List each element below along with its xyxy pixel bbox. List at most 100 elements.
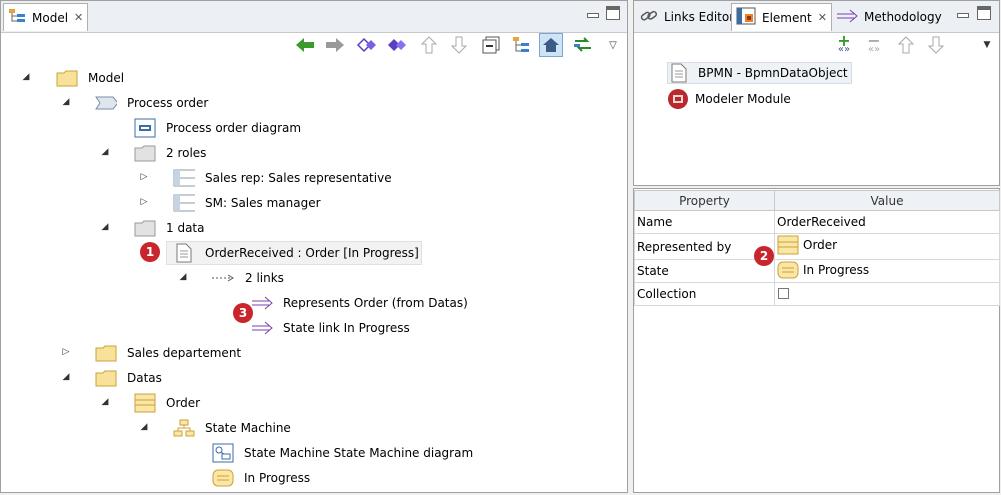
process-icon bbox=[95, 93, 117, 113]
folder-icon bbox=[56, 68, 78, 88]
diamond-outline-icon[interactable] bbox=[355, 33, 379, 57]
tree-label: In Progress bbox=[244, 471, 311, 485]
collapsed-twisty-icon[interactable]: ▷ bbox=[139, 172, 149, 182]
property-value-cell[interactable]: Order bbox=[774, 233, 1000, 260]
tree-item-links[interactable]: 2 links bbox=[211, 267, 284, 289]
tree-item-datas[interactable]: Datas bbox=[95, 367, 162, 389]
home-icon[interactable] bbox=[539, 33, 563, 57]
tree-item-order[interactable]: Order bbox=[134, 392, 200, 414]
up-arrow-icon[interactable] bbox=[894, 33, 918, 57]
module-icon bbox=[667, 89, 689, 109]
forward-arrow-icon[interactable] bbox=[323, 33, 347, 57]
maximize-button[interactable] bbox=[977, 6, 991, 20]
tree-item-sm-diagram[interactable]: State Machine State Machine diagram bbox=[212, 442, 473, 464]
expanded-twisty-icon[interactable]: ◢ bbox=[61, 372, 71, 382]
diagram-icon bbox=[134, 118, 156, 138]
element-label: BPMN - BpmnDataObject bbox=[698, 66, 848, 80]
properties-section: Property Value Name OrderReceived Repres… bbox=[633, 188, 1000, 493]
down-arrow-icon[interactable] bbox=[447, 33, 471, 57]
tab-model-label: Model bbox=[32, 10, 69, 25]
tree-item-in-progress[interactable]: In Progress bbox=[212, 467, 310, 489]
tree-item-represents[interactable]: Represents Order (from Datas) bbox=[251, 292, 468, 314]
property-row[interactable]: Name OrderReceived bbox=[634, 210, 1000, 234]
remove-icon[interactable]: − «» bbox=[862, 33, 886, 57]
tab-label: Methodology bbox=[864, 10, 942, 24]
diamond-filled-icon[interactable] bbox=[385, 33, 409, 57]
hierarchy-icon[interactable] bbox=[509, 33, 533, 57]
down-arrow-icon[interactable] bbox=[924, 33, 948, 57]
tree-label: 1 data bbox=[166, 221, 205, 235]
close-icon[interactable]: ✕ bbox=[818, 11, 827, 24]
document-icon bbox=[668, 63, 690, 83]
property-name: Name bbox=[634, 210, 775, 234]
property-value-cell[interactable]: In Progress bbox=[774, 259, 1000, 283]
expanded-twisty-icon[interactable]: ◢ bbox=[100, 222, 110, 232]
value-header: Value bbox=[774, 190, 1000, 211]
collapse-all-icon[interactable] bbox=[479, 33, 503, 57]
dashed-arrow-icon bbox=[211, 268, 235, 288]
tab-model[interactable]: Model ✕ bbox=[3, 3, 89, 31]
collection-checkbox[interactable] bbox=[778, 288, 789, 299]
link-arrow-icon bbox=[251, 293, 273, 313]
close-icon[interactable]: ✕ bbox=[74, 11, 83, 24]
property-row[interactable]: Represented by Order bbox=[634, 233, 1000, 260]
dropdown-arrow-icon[interactable]: ▼ bbox=[975, 33, 999, 57]
tree-item-sm[interactable]: SM: Sales manager bbox=[173, 192, 321, 214]
expanded-twisty-icon[interactable]: ◢ bbox=[178, 272, 188, 282]
tree-item-process-order[interactable]: Process order bbox=[95, 92, 208, 114]
tree-label: Represents Order (from Datas) bbox=[283, 296, 468, 310]
callout-badge-3: 3 bbox=[233, 303, 253, 323]
state-icon bbox=[212, 468, 234, 488]
property-value[interactable]: OrderReceived bbox=[774, 210, 1000, 234]
tree-item-sales-dept[interactable]: Sales departement bbox=[95, 342, 241, 364]
view-menu-icon[interactable]: ▽ bbox=[601, 33, 625, 57]
expanded-twisty-icon[interactable]: ◢ bbox=[100, 397, 110, 407]
expanded-twisty-icon[interactable]: ◢ bbox=[61, 97, 71, 107]
tree-item-order-received[interactable]: OrderReceived : Order [In Progress] bbox=[166, 241, 422, 265]
model-tree-icon bbox=[8, 8, 26, 27]
tab-methodology[interactable]: Methodology bbox=[832, 3, 946, 31]
tree-label: Sales rep: Sales representative bbox=[205, 171, 392, 185]
property-row[interactable]: State In Progress bbox=[634, 259, 1000, 283]
expanded-twisty-icon[interactable]: ◢ bbox=[21, 72, 31, 82]
property-name: State bbox=[634, 259, 775, 283]
tree-item-roles[interactable]: 2 roles bbox=[134, 142, 206, 164]
tree-item-model[interactable]: Model bbox=[56, 67, 124, 89]
tab-label: Element bbox=[762, 10, 812, 25]
minimize-button[interactable] bbox=[955, 6, 969, 20]
right-tabbar: Links Editor Element ✕ Methodology bbox=[634, 1, 999, 33]
expanded-twisty-icon[interactable]: ◢ bbox=[139, 422, 149, 432]
element-item-bpmn[interactable]: BPMN - BpmnDataObject bbox=[667, 62, 852, 84]
tree-item-process-order-diagram[interactable]: Process order diagram bbox=[134, 117, 301, 139]
collapsed-twisty-icon[interactable]: ▷ bbox=[139, 197, 149, 207]
property-row[interactable]: Collection bbox=[634, 282, 1000, 306]
property-value: Order bbox=[803, 238, 838, 252]
document-icon bbox=[173, 243, 195, 263]
collapsed-twisty-icon[interactable]: ▷ bbox=[61, 347, 71, 357]
tree-item-state-machine[interactable]: State Machine bbox=[173, 417, 291, 439]
minimize-button[interactable] bbox=[585, 6, 599, 20]
link-arrow-icon bbox=[251, 318, 273, 338]
property-name: Collection bbox=[634, 282, 775, 306]
tree-label: Process order bbox=[127, 96, 209, 110]
sync-icon[interactable] bbox=[571, 33, 595, 57]
maximize-button[interactable] bbox=[606, 6, 620, 20]
add-icon[interactable]: + «» bbox=[832, 33, 856, 57]
element-item-modeler[interactable]: Modeler Module bbox=[667, 88, 791, 110]
grey-folder-icon bbox=[134, 218, 156, 238]
element-top-section: Links Editor Element ✕ Methodology + «» −… bbox=[633, 0, 1000, 186]
state-icon bbox=[777, 261, 799, 279]
back-arrow-icon[interactable] bbox=[293, 33, 317, 57]
tree-item-state-link[interactable]: State link In Progress bbox=[251, 317, 410, 339]
tree-label: 2 roles bbox=[166, 146, 207, 160]
tree-label: State link In Progress bbox=[283, 321, 410, 335]
tree-label: SM: Sales manager bbox=[205, 196, 321, 210]
expanded-twisty-icon[interactable]: ◢ bbox=[100, 147, 110, 157]
tab-links-editor[interactable]: Links Editor bbox=[636, 3, 738, 31]
tree-item-sales-rep[interactable]: Sales rep: Sales representative bbox=[173, 167, 392, 189]
up-arrow-icon[interactable] bbox=[417, 33, 441, 57]
tree-item-data[interactable]: 1 data bbox=[134, 217, 204, 239]
property-value-cell[interactable] bbox=[774, 282, 1000, 306]
tab-element[interactable]: Element ✕ bbox=[731, 3, 832, 31]
tree-label: Datas bbox=[127, 371, 162, 385]
